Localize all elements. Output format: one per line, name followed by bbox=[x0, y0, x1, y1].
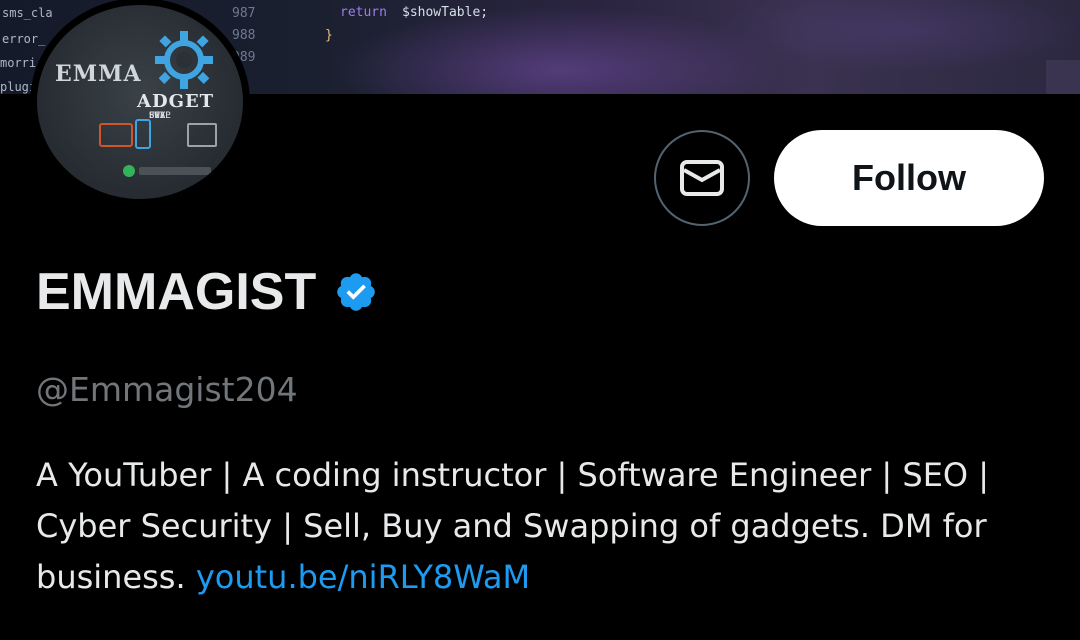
phone-icon bbox=[135, 119, 151, 149]
profile-bio: A YouTuber | A coding instructor | Softw… bbox=[36, 450, 1056, 603]
banner-shape bbox=[1046, 60, 1080, 94]
code-return-var: $showTable; bbox=[402, 5, 489, 20]
banner-file-3: morri bbox=[0, 56, 37, 70]
bio-link[interactable]: youtu.be/niRLY8WaM bbox=[196, 558, 530, 596]
gear-icon bbox=[155, 31, 213, 89]
gutter-line-987: 987 bbox=[232, 6, 256, 21]
logo-secondary: ADGET bbox=[137, 91, 215, 112]
profile-name-row: EMMAGIST bbox=[36, 262, 378, 322]
code-return-keyword: return bbox=[340, 5, 387, 20]
message-button[interactable] bbox=[654, 130, 750, 226]
code-brace: } bbox=[325, 28, 333, 43]
profile-handle: @Emmagist204 bbox=[36, 370, 298, 409]
tablet-icon bbox=[187, 123, 217, 147]
envelope-icon bbox=[680, 160, 724, 196]
follow-button[interactable]: Follow bbox=[774, 130, 1044, 226]
verified-badge-icon[interactable] bbox=[334, 270, 378, 314]
banner-file-2: error_ bbox=[2, 32, 46, 46]
gutter-line-988: 988 bbox=[232, 28, 256, 43]
logo-main: EMMA bbox=[55, 61, 142, 87]
logo-line: SWAP bbox=[149, 111, 171, 121]
avatar-image: EMMA ADGET BUY SELL FIX SWAP bbox=[37, 5, 243, 199]
whatsapp-icon bbox=[123, 165, 135, 177]
profile-avatar[interactable]: EMMA ADGET BUY SELL FIX SWAP bbox=[30, 0, 250, 206]
banner-file-1: sms_cla bbox=[2, 6, 53, 20]
contact-number-bar bbox=[139, 167, 211, 175]
laptop-icon bbox=[99, 123, 133, 147]
profile-name: EMMAGIST bbox=[36, 263, 317, 321]
